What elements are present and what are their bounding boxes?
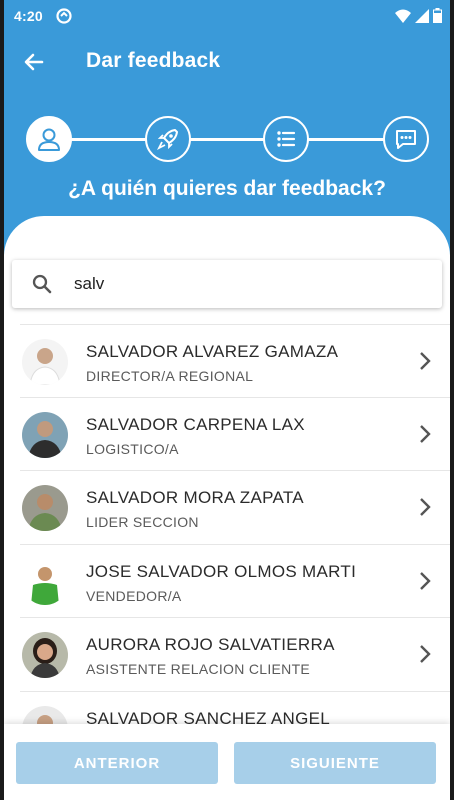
status-bar: 4:20 bbox=[4, 0, 450, 32]
person-name: SALVADOR ALVAREZ GAMAZA bbox=[86, 342, 339, 361]
step-select-person[interactable] bbox=[26, 116, 72, 162]
chevron-right-icon bbox=[420, 498, 431, 516]
person-role: LIDER SECCION bbox=[86, 514, 199, 530]
person-name: SALVADOR MORA ZAPATA bbox=[86, 488, 304, 507]
step-connector bbox=[68, 138, 150, 141]
step-connector bbox=[308, 138, 388, 141]
chevron-right-icon bbox=[420, 352, 431, 370]
list-item[interactable]: SALVADOR ALVAREZ GAMAZA DIRECTOR/A REGIO… bbox=[20, 324, 450, 398]
avatar bbox=[22, 705, 68, 724]
avatar bbox=[22, 558, 68, 605]
step-message[interactable] bbox=[383, 116, 429, 162]
list-item[interactable]: SALVADOR SANCHEZ ANGEL bbox=[20, 692, 450, 725]
step-connector bbox=[190, 138, 268, 141]
page-title: Dar feedback bbox=[86, 49, 221, 72]
status-time: 4:20 bbox=[14, 8, 43, 24]
signal-icon bbox=[415, 8, 429, 23]
list-item[interactable]: AURORA ROJO SALVATIERRA ASISTENTE RELACI… bbox=[20, 618, 450, 692]
step-details[interactable] bbox=[263, 116, 309, 162]
chevron-right-icon bbox=[420, 571, 431, 590]
app-toolbar: Dar feedback bbox=[4, 36, 450, 88]
search-box[interactable] bbox=[12, 260, 442, 308]
avatar bbox=[22, 339, 68, 385]
question-heading: ¿A quién quieres dar feedback? bbox=[68, 177, 386, 200]
search-icon bbox=[32, 274, 52, 294]
person-name: JOSE SALVADOR OLMOS MARTI bbox=[86, 561, 357, 581]
chat-icon bbox=[396, 130, 416, 149]
bottom-actions: ANTERIOR SIGUIENTE bbox=[4, 724, 450, 800]
step-feedback-type[interactable] bbox=[145, 116, 191, 162]
person-role: LOGISTICO/A bbox=[86, 440, 179, 457]
avatar bbox=[22, 632, 68, 678]
wifi-icon bbox=[395, 9, 411, 23]
battery-icon bbox=[433, 8, 442, 23]
previous-button[interactable]: ANTERIOR bbox=[16, 742, 218, 784]
list-item[interactable]: SALVADOR MORA ZAPATA LIDER SECCION bbox=[20, 471, 450, 545]
avatar bbox=[22, 485, 68, 531]
person-name: SALVADOR SANCHEZ ANGEL bbox=[86, 708, 331, 725]
progress-stepper bbox=[4, 112, 450, 168]
person-role: VENDEDOR/A bbox=[86, 587, 182, 604]
person-name: SALVADOR CARPENA LAX bbox=[86, 414, 305, 434]
next-button[interactable]: SIGUIENTE bbox=[234, 742, 436, 784]
back-button[interactable] bbox=[18, 46, 50, 78]
person-role: DIRECTOR/A REGIONAL bbox=[86, 368, 254, 384]
chevron-right-icon bbox=[420, 645, 431, 663]
list-icon bbox=[277, 131, 296, 147]
person-name: AURORA ROJO SALVATIERRA bbox=[86, 635, 335, 654]
app-screen: 4:20 Dar feedback ¿A quién quieres dar f… bbox=[4, 0, 450, 800]
device-frame-right bbox=[450, 0, 454, 800]
search-input[interactable] bbox=[74, 270, 414, 298]
person-role: ASISTENTE RELACION CLIENTE bbox=[86, 661, 311, 677]
people-list[interactable]: SALVADOR ALVAREZ GAMAZA DIRECTOR/A REGIO… bbox=[4, 324, 450, 724]
arrow-left-icon bbox=[24, 53, 44, 71]
list-item[interactable]: JOSE SALVADOR OLMOS MARTI VENDEDOR/A bbox=[20, 545, 450, 618]
status-icons bbox=[395, 8, 442, 23]
rocket-icon bbox=[156, 129, 178, 151]
chevron-right-icon bbox=[420, 424, 431, 443]
person-icon bbox=[38, 128, 60, 151]
list-item[interactable]: SALVADOR CARPENA LAX LOGISTICO/A bbox=[20, 398, 450, 471]
avatar bbox=[22, 411, 68, 458]
vpn-icon bbox=[56, 8, 72, 29]
